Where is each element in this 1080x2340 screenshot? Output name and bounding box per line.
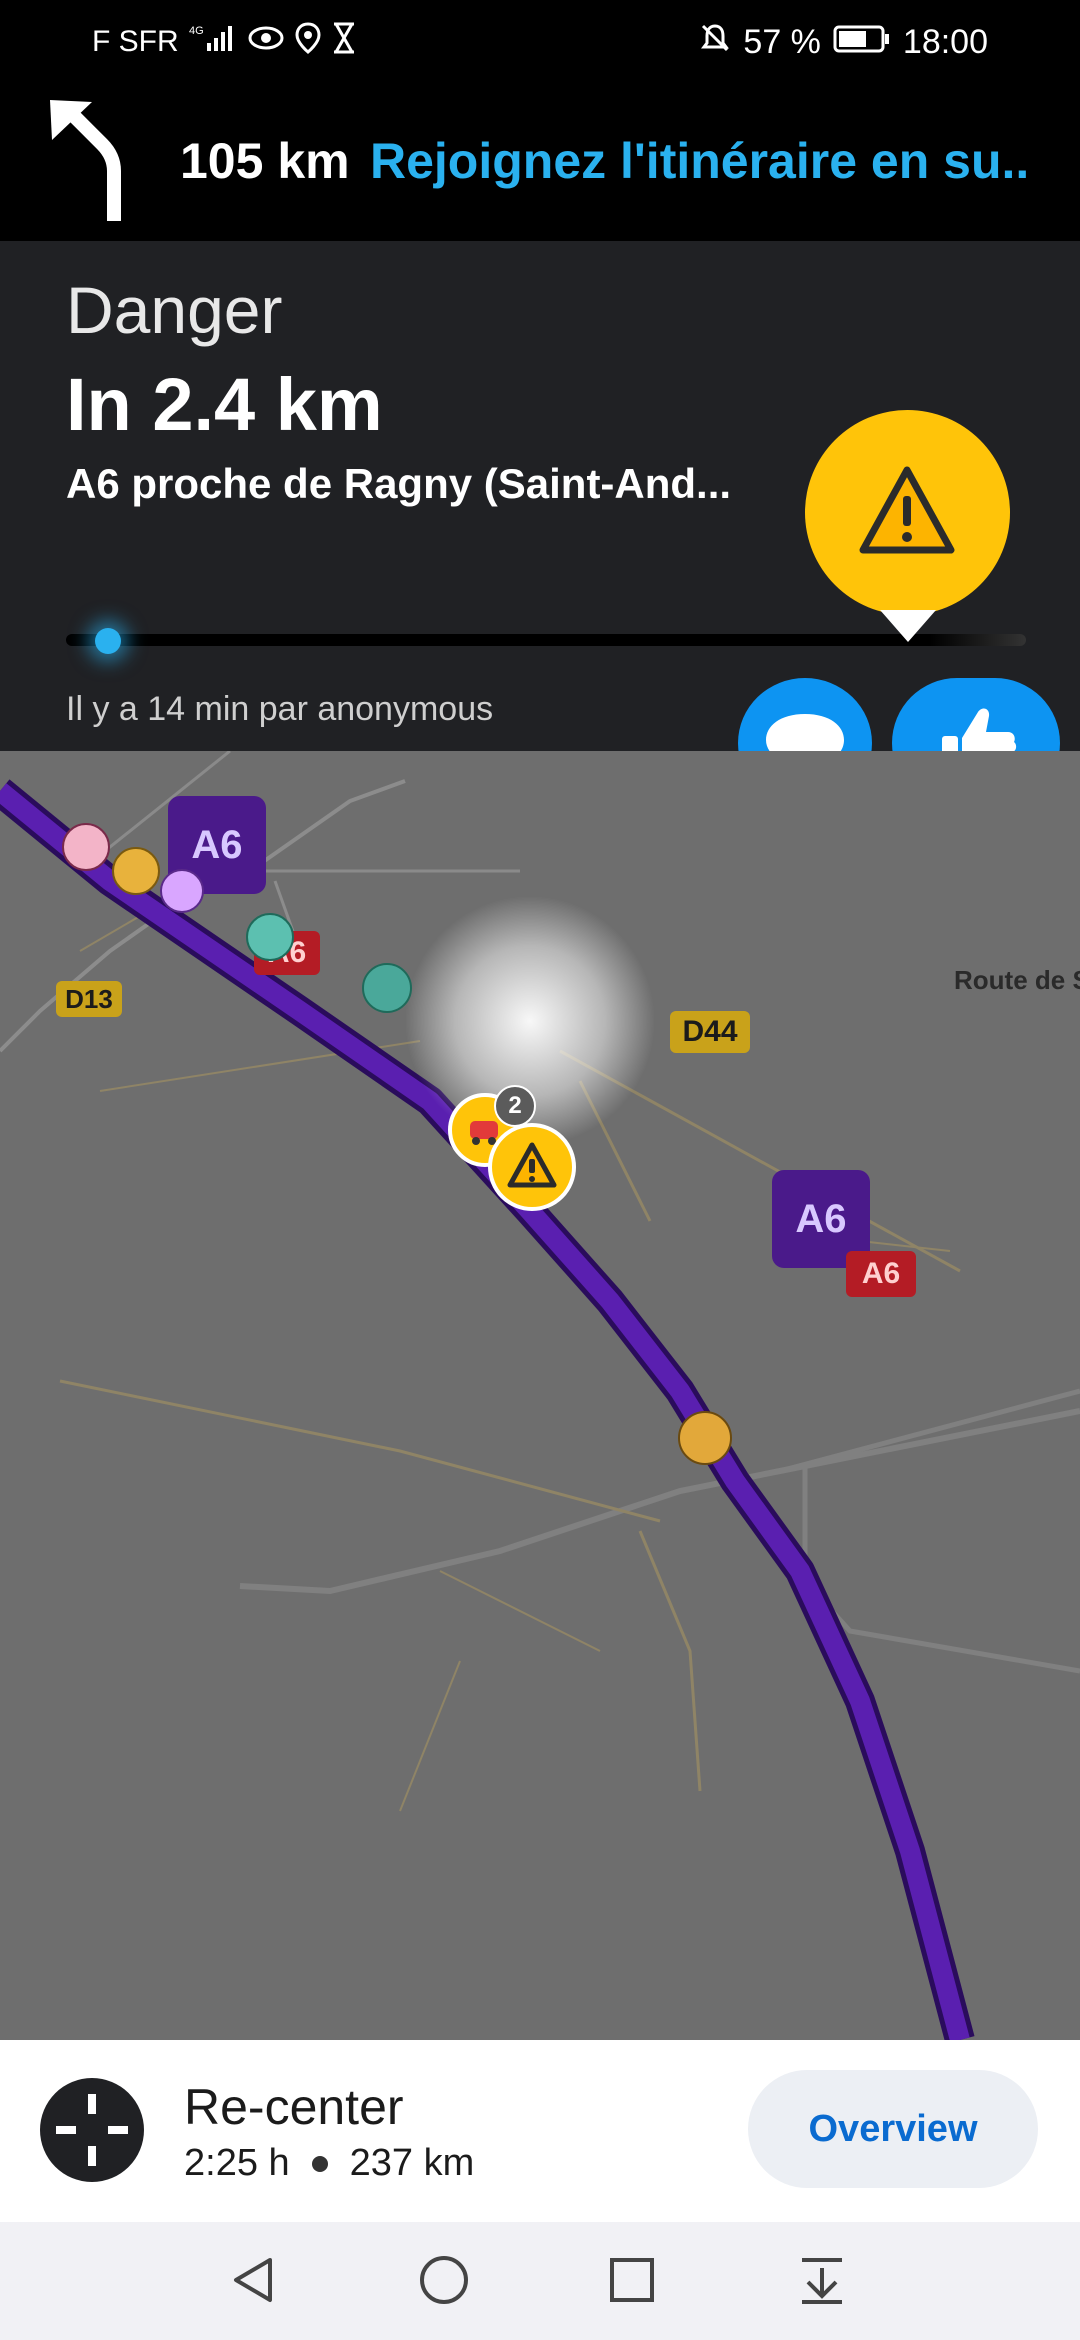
location-icon [295,22,321,62]
alert-progress-indicator [94,628,121,654]
eta-time: 2:25 h [184,2142,290,2184]
home-icon[interactable] [416,2252,472,2313]
bubble-tail [880,610,936,642]
hazard-bubble [805,410,1010,615]
warning-icon [859,466,955,554]
mute-icon [699,22,731,63]
wazer-icon[interactable] [160,869,204,913]
signal-icon: 4G [189,23,237,61]
turn-left-arrow-icon [44,96,134,231]
alert-meta: Il y a 14 min par anonymous [66,690,494,728]
recenter-button[interactable] [40,2078,144,2182]
wazer-icon[interactable] [246,913,294,961]
map-view[interactable]: A6 A6 A6 A6 D13 D44 Route de S 2 [0,751,1080,2040]
road-label: Route de S [954,965,1080,995]
cluster-count: 2 [494,1085,536,1127]
carrier-label: F SFR [92,25,179,58]
recenter-label[interactable]: Re-center [184,2078,404,2136]
clock: 18:00 [902,23,988,61]
overview-button[interactable]: Overview [748,2070,1038,2188]
android-nav-bar [0,2222,1080,2340]
alert-type: Danger [66,273,283,347]
wazer-icon[interactable] [62,823,110,871]
warning-icon [507,1142,557,1188]
notification-pulldown-icon[interactable] [794,2252,850,2313]
alert-location: A6 proche de Ragny (Saint-And... [66,460,732,507]
separator-dot [311,2155,328,2172]
nav-distance: 105 km [180,133,350,189]
crosshair-icon [56,2094,128,2166]
hazard-marker-selected[interactable] [488,1123,576,1211]
alert-distance: In 2.4 km [66,363,383,446]
nav-instruction: Rejoignez l'itinéraire en su... [370,133,1030,189]
road-shield-d44: D44 [670,1011,750,1053]
wazer-icon[interactable] [362,963,412,1013]
eta-distance: 237 km [349,2142,475,2184]
status-bar: F SFR 4G 57 % 18:00 [0,0,1080,86]
network-type: 4G [189,25,204,37]
road-shield-d13: D13 [56,981,122,1017]
back-icon[interactable] [226,2252,282,2313]
battery-level: 57 % [743,23,821,61]
recents-icon[interactable] [604,2252,660,2313]
status-left: F SFR 4G [92,22,357,62]
wazer-icon[interactable] [678,1411,732,1465]
road-shield-a6: A6 [846,1251,916,1297]
status-right: 57 % 18:00 [699,22,988,63]
hourglass-icon [331,22,357,62]
battery-icon [833,23,891,62]
wazer-icon[interactable] [112,847,160,895]
eye-icon [247,23,285,61]
eta-row: 2:25 h 237 km [184,2142,474,2185]
